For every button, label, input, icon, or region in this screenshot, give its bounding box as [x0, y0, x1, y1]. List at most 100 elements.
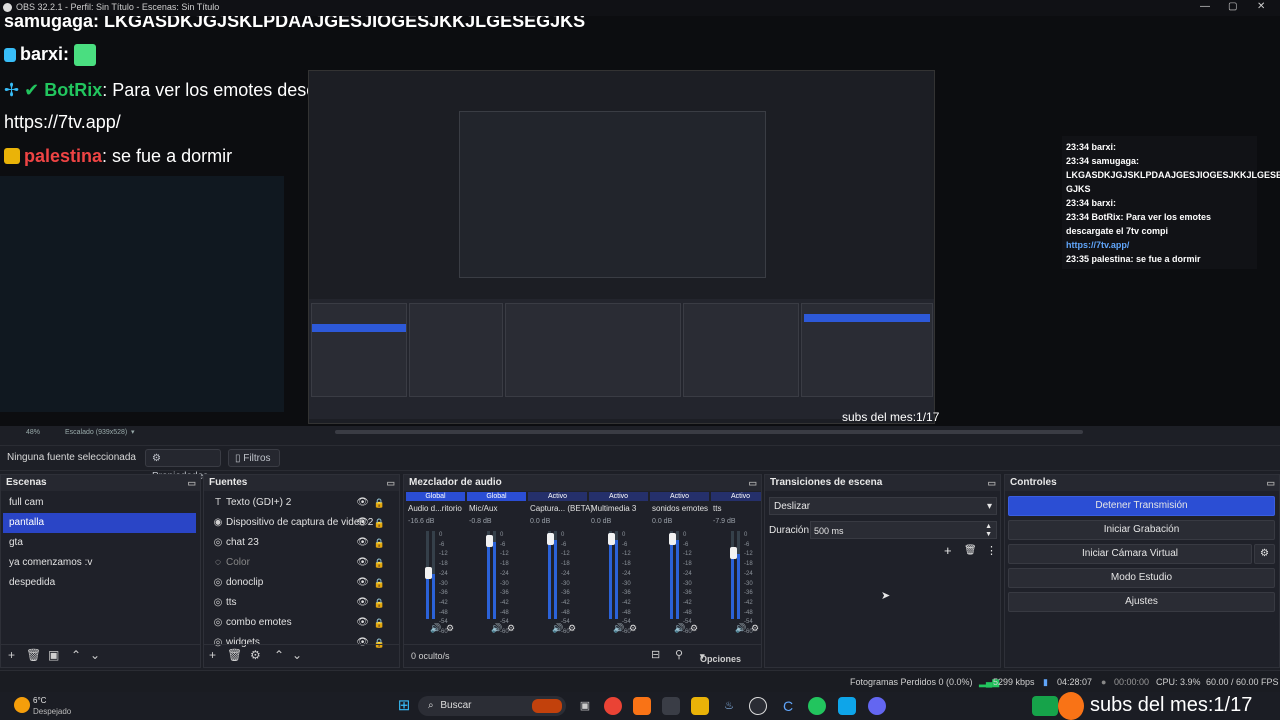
visibility-eye-icon[interactable]: 👁 — [356, 613, 369, 633]
trash-icon[interactable]: 🗑 — [26, 648, 41, 662]
store-icon[interactable] — [662, 697, 680, 715]
chevron-down-icon[interactable]: ▾ — [131, 428, 135, 436]
discord-icon[interactable] — [868, 697, 886, 715]
task-view-icon[interactable]: ▣ — [576, 697, 594, 715]
mute-speaker-icon[interactable]: 🔊 — [735, 623, 746, 634]
mute-speaker-icon[interactable]: 🔊 — [674, 623, 685, 634]
add-transition-button[interactable]: + — [944, 543, 952, 558]
source-item[interactable]: ◎ tts 👁 🔒 — [204, 593, 399, 613]
visibility-eye-icon[interactable]: 👁 — [356, 553, 369, 573]
channel-settings-icon[interactable]: ⚙ — [446, 623, 454, 634]
windows-start-icon[interactable]: ⊞ — [395, 697, 413, 715]
add-scene-button[interactable]: + — [8, 648, 15, 662]
lock-icon[interactable]: 🔒 — [374, 553, 385, 573]
chrome-icon[interactable] — [604, 697, 622, 715]
add-source-button[interactable]: + — [209, 648, 216, 662]
volume-slider[interactable] — [730, 547, 737, 559]
start-virtual-camera-button[interactable]: Iniciar Cámara Virtual — [1008, 544, 1252, 564]
studio-mode-button[interactable]: Modo Estudio — [1008, 568, 1275, 588]
source-item[interactable]: T Texto (GDI+) 2 👁 🔒 — [204, 493, 399, 513]
filters-button[interactable]: ▯ Filtros — [228, 449, 280, 467]
transition-select[interactable]: Deslizar ▾ — [769, 497, 997, 515]
trash-icon[interactable]: 🗑 — [964, 545, 977, 556]
steam-icon[interactable]: ♨ — [720, 697, 738, 715]
obs-taskbar-icon[interactable] — [749, 697, 767, 715]
channel-name[interactable]: Mic/Aux — [469, 504, 497, 513]
trash-icon[interactable]: 🗑 — [227, 648, 242, 662]
mixer-settings-icon[interactable]: ⚲ — [675, 648, 683, 661]
move-up-button[interactable]: ⌃ — [274, 648, 284, 662]
visibility-eye-icon[interactable]: 👁 — [356, 493, 369, 513]
maximize-button[interactable]: ▢ — [1228, 1, 1237, 12]
source-item[interactable]: ◉ Dispositivo de captura de video 2 👁 🔒 — [204, 513, 399, 533]
move-up-button[interactable]: ⌃ — [71, 648, 81, 662]
stepper-icon[interactable]: ▲ ▼ — [985, 523, 992, 539]
duration-input[interactable]: 500 ms ▲ ▼ — [810, 521, 997, 539]
scene-item[interactable]: despedida — [3, 573, 196, 593]
move-down-button[interactable]: ⌄ — [292, 648, 302, 662]
popout-icon[interactable]: ▭ — [987, 475, 996, 491]
lock-icon[interactable]: 🔒 — [374, 513, 385, 533]
visibility-eye-icon[interactable]: 👁 — [356, 593, 369, 613]
settings-button[interactable]: Ajustes — [1008, 592, 1275, 612]
virtual-camera-settings-button[interactable]: ⚙ — [1254, 544, 1275, 564]
channel-name[interactable]: Multimedia 3 — [591, 504, 636, 513]
visibility-eye-icon[interactable]: 👁 — [356, 573, 369, 593]
zoom-level[interactable]: 48% — [26, 429, 40, 436]
popout-icon[interactable]: ▭ — [386, 475, 395, 491]
visibility-eye-icon[interactable]: 👁 — [356, 513, 369, 533]
options-button[interactable]: Opciones ▾ — [700, 651, 741, 664]
brave-icon[interactable] — [633, 697, 651, 715]
popout-icon[interactable]: ▭ — [187, 475, 196, 491]
folder-icon[interactable] — [691, 697, 709, 715]
lock-icon[interactable]: 🔒 — [374, 493, 385, 513]
channel-name[interactable]: sonidos emotes — [652, 504, 708, 513]
channel-name[interactable]: tts — [713, 504, 721, 513]
channel-settings-icon[interactable]: ⚙ — [690, 623, 698, 634]
popout-icon[interactable]: ▭ — [1266, 475, 1275, 491]
channel-settings-icon[interactable]: ⚙ — [629, 623, 637, 634]
close-button[interactable]: ✕ — [1257, 1, 1265, 12]
source-item[interactable]: ◎ combo emotes 👁 🔒 — [204, 613, 399, 633]
move-down-button[interactable]: ⌄ — [90, 648, 100, 662]
taskbar-search[interactable]: ⌕ Buscar — [418, 696, 566, 716]
source-item[interactable]: ◎ donoclip 👁 🔒 — [204, 573, 399, 593]
source-item[interactable]: ◎ chat 23 👁 🔒 — [204, 533, 399, 553]
lock-icon[interactable]: 🔒 — [374, 613, 385, 633]
channel-name[interactable]: Audio d...ritorio — [408, 504, 462, 513]
channel-settings-icon[interactable]: ⚙ — [568, 623, 576, 634]
lock-icon[interactable]: 🔒 — [374, 593, 385, 613]
layout-icon[interactable]: ⊟ — [651, 648, 660, 661]
channel-settings-icon[interactable]: ⚙ — [507, 623, 515, 634]
source-item[interactable]: ◌ Color 👁 🔒 — [204, 553, 399, 573]
mute-speaker-icon[interactable]: 🔊 — [430, 623, 441, 634]
scale-mode[interactable]: Escalado (939x528) — [65, 429, 127, 436]
mute-speaker-icon[interactable]: 🔊 — [491, 623, 502, 634]
scene-item[interactable]: pantalla — [3, 513, 196, 533]
start-recording-button[interactable]: Iniciar Grabación — [1008, 520, 1275, 540]
mute-speaker-icon[interactable]: 🔊 — [552, 623, 563, 634]
preview-canvas[interactable]: samugaga: LKGASDKJGJSKLPDAAJGESJIOGESJKK… — [0, 16, 1280, 426]
visibility-eye-icon[interactable]: 👁 — [356, 533, 369, 553]
spotify-icon[interactable] — [808, 697, 826, 715]
mute-speaker-icon[interactable]: 🔊 — [613, 623, 624, 634]
volume-slider[interactable] — [425, 567, 432, 579]
scene-item[interactable]: ya comenzamos :v — [3, 553, 196, 573]
lock-icon[interactable]: 🔒 — [374, 533, 385, 553]
volume-slider[interactable] — [486, 535, 493, 547]
volume-slider[interactable] — [547, 532, 554, 545]
preview-scrollbar[interactable] — [335, 430, 1083, 434]
volume-slider[interactable] — [608, 532, 615, 545]
notes-icon[interactable] — [838, 697, 856, 715]
app-c-icon[interactable]: C — [779, 697, 797, 715]
stop-streaming-button[interactable]: Detener Transmisión — [1008, 496, 1275, 516]
gear-icon[interactable]: ⚙ — [250, 648, 261, 662]
more-icon[interactable]: ⋮ — [986, 544, 997, 557]
filter-icon[interactable]: ▣ — [48, 648, 59, 662]
scene-item[interactable]: gta — [3, 533, 196, 553]
volume-slider[interactable] — [669, 532, 676, 545]
scene-item[interactable]: full cam — [3, 493, 196, 513]
channel-name[interactable]: Captura... (BETA) — [530, 504, 593, 513]
properties-button[interactable]: ⚙ Propiedades — [145, 449, 221, 482]
channel-settings-icon[interactable]: ⚙ — [751, 623, 759, 634]
